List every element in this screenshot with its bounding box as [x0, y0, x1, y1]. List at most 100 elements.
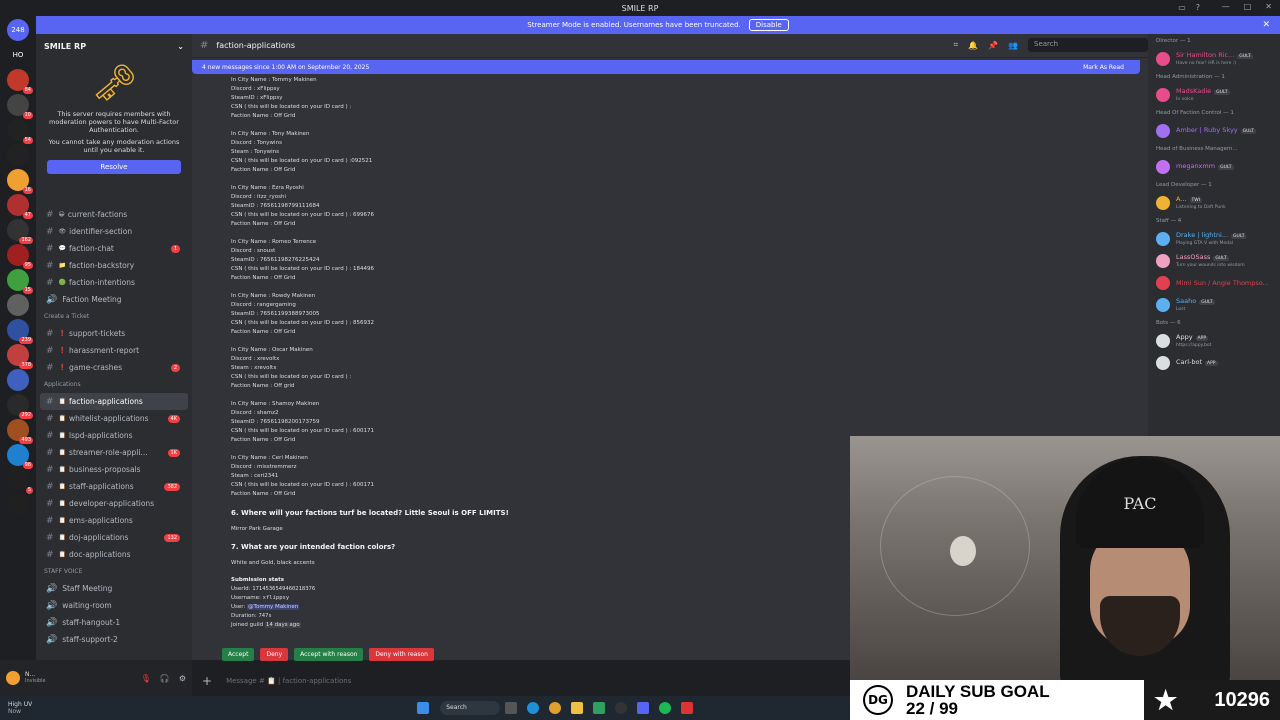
- server-icon[interactable]: 98: [7, 444, 33, 469]
- channel-item[interactable]: # 📋 developer-applications: [36, 495, 192, 512]
- member-item[interactable]: MadsKadie GULT In voice: [1148, 84, 1280, 106]
- member-item[interactable]: Carl-bot APP: [1148, 352, 1280, 374]
- deafen-icon[interactable]: 🎧: [160, 674, 170, 683]
- server-icon[interactable]: 47: [7, 194, 33, 219]
- member-item[interactable]: Amber | Ruby Skyy GULT: [1148, 120, 1280, 142]
- add-attachment-icon[interactable]: +: [202, 674, 212, 688]
- channel-item[interactable]: # 📁 faction-backstory: [36, 257, 192, 274]
- server-icon[interactable]: 378: [7, 344, 33, 369]
- member-item[interactable]: Drake | lightni... GULT Playing GTA V with…: [1148, 228, 1280, 250]
- channel-item[interactable]: 🔊 staff-support-2: [36, 631, 192, 648]
- channel-item[interactable]: # 📋 doc-applications: [36, 546, 192, 563]
- pin-icon[interactable]: 📌: [988, 41, 998, 50]
- channel-item[interactable]: # ❗ game-crashes 2: [36, 359, 192, 376]
- category-header[interactable]: Create a Ticket: [36, 308, 192, 325]
- threads-icon[interactable]: ⌗: [954, 40, 959, 50]
- channel-item[interactable]: # 📋 streamer-role-appli... 1K: [36, 444, 192, 461]
- member-item[interactable]: Mimi Sun / Angie Thompso...: [1148, 272, 1280, 294]
- server-icon[interactable]: [7, 369, 29, 391]
- channel-item[interactable]: # 📋 business-proposals: [36, 461, 192, 478]
- server-icon[interactable]: 5: [7, 469, 33, 494]
- member-item[interactable]: Sir Hamilton Ric... GULT Have no fear! HR …: [1148, 48, 1280, 70]
- disable-button[interactable]: Disable: [748, 19, 789, 31]
- channel-item[interactable]: 🔊 Faction Meeting: [36, 291, 192, 308]
- message-input[interactable]: Message # 📋 | faction-applications: [226, 677, 351, 685]
- bell-icon[interactable]: 🔔: [968, 41, 978, 50]
- channel-item[interactable]: 🔊 waiting-room: [36, 597, 192, 614]
- question-6: 6. Where will your factions turf be loca…: [231, 509, 509, 517]
- taskview-icon[interactable]: [505, 702, 518, 714]
- channel-item[interactable]: # 💬 faction-chat 1: [36, 240, 192, 257]
- server-icon[interactable]: 95: [7, 244, 33, 269]
- weather-widget[interactable]: High UV Now: [8, 701, 32, 715]
- edge-icon[interactable]: [527, 702, 540, 714]
- channel-item[interactable]: # 👁 identifier-section: [36, 223, 192, 240]
- explorer-icon[interactable]: [571, 702, 584, 714]
- deny-with-reason-button[interactable]: Deny with reason: [369, 648, 434, 661]
- close-button[interactable]: ✕: [1265, 2, 1272, 11]
- channel-item[interactable]: 🔊 Staff Meeting: [36, 580, 192, 597]
- members-icon[interactable]: 👥: [1008, 41, 1018, 50]
- help-icon[interactable]: ?: [1196, 3, 1200, 12]
- server-header[interactable]: SMILE RP ⌄: [36, 34, 192, 58]
- app-icon[interactable]: [593, 702, 606, 714]
- channel-item[interactable]: 🔊 staff-hangout-1: [36, 614, 192, 631]
- server-badge: 378: [19, 362, 33, 369]
- server-icon[interactable]: [7, 494, 29, 516]
- member-item[interactable]: meganxmm GULT: [1148, 156, 1280, 178]
- inbox-icon[interactable]: ▭: [1178, 3, 1186, 12]
- member-item[interactable]: A... TWI Listening to Daft Punk: [1148, 192, 1280, 214]
- channel-item[interactable]: # ❗ harassment-report: [36, 342, 192, 359]
- avatar[interactable]: [6, 671, 20, 685]
- gear-icon[interactable]: ⚙: [179, 674, 186, 683]
- server-list: 248 HO 84 10 54 16 47 162 95 15 239 378 292 493 98 5: [0, 16, 36, 676]
- accept-with-reason-button[interactable]: Accept with reason: [294, 648, 364, 661]
- category-header[interactable]: STAFF VOICE: [36, 563, 192, 580]
- server-icon[interactable]: 10: [7, 94, 33, 119]
- search-input[interactable]: Search: [1028, 38, 1148, 52]
- member-item[interactable]: LassOSass GULT Turn your wounds into wisdo…: [1148, 250, 1280, 272]
- channel-item[interactable]: # 📋 whitelist-applications 4K: [36, 410, 192, 427]
- channel-item[interactable]: # 📋 staff-applications 382: [36, 478, 192, 495]
- channel-item[interactable]: # ❗ support-tickets: [36, 325, 192, 342]
- server-icon[interactable]: HO: [7, 44, 29, 66]
- discord-icon[interactable]: [637, 702, 650, 714]
- server-icon[interactable]: [7, 294, 29, 316]
- deny-button[interactable]: Deny: [260, 648, 289, 661]
- server-icon[interactable]: 162: [7, 219, 33, 244]
- server-icon[interactable]: 248: [7, 19, 29, 41]
- channel-item[interactable]: # 📋 doj-applications 132: [36, 529, 192, 546]
- server-icon[interactable]: [7, 144, 29, 166]
- accept-button[interactable]: Accept: [222, 648, 255, 661]
- taskbar-search[interactable]: Search: [440, 701, 501, 715]
- user-mention[interactable]: @Tommy Makinen: [247, 604, 300, 610]
- windows-start-icon[interactable]: [417, 702, 430, 714]
- app-icon-2[interactable]: [681, 702, 694, 714]
- new-messages-bar[interactable]: 4 new messages since 1:00 AM on Septembe…: [192, 60, 1140, 74]
- server-icon[interactable]: 16: [7, 169, 33, 194]
- channel-emoji: 📋: [58, 398, 67, 405]
- maximize-button[interactable]: □: [1244, 2, 1252, 11]
- channel-item[interactable]: # 📋 faction-applications: [40, 393, 188, 410]
- channel-item[interactable]: # 📋 ems-applications: [36, 512, 192, 529]
- server-icon[interactable]: 292: [7, 394, 33, 419]
- channel-item[interactable]: # 📋 lspd-applications: [36, 427, 192, 444]
- close-icon[interactable]: ✕: [1262, 20, 1270, 30]
- channel-item[interactable]: # 😀 current-factions: [36, 206, 192, 223]
- server-icon[interactable]: 239: [7, 319, 33, 344]
- obs-icon[interactable]: [615, 702, 628, 714]
- chrome-icon[interactable]: [549, 702, 562, 714]
- member-item[interactable]: Saaho GULT Lost: [1148, 294, 1280, 316]
- server-icon[interactable]: 493: [7, 419, 33, 444]
- mute-icon[interactable]: 🎙: [141, 674, 151, 683]
- channel-item[interactable]: # 🟢 faction-intentions: [36, 274, 192, 291]
- server-icon[interactable]: 54: [7, 119, 33, 144]
- category-header[interactable]: Applications: [36, 376, 192, 393]
- member-item[interactable]: Appy APP https://appy.bot: [1148, 330, 1280, 352]
- resolve-button[interactable]: Resolve: [47, 160, 181, 174]
- server-icon[interactable]: 84: [7, 69, 33, 94]
- spotify-icon[interactable]: [659, 702, 672, 714]
- minimize-button[interactable]: —: [1222, 2, 1230, 11]
- server-icon[interactable]: 15: [7, 269, 33, 294]
- mark-as-read-button[interactable]: Mark As Read: [1083, 64, 1124, 71]
